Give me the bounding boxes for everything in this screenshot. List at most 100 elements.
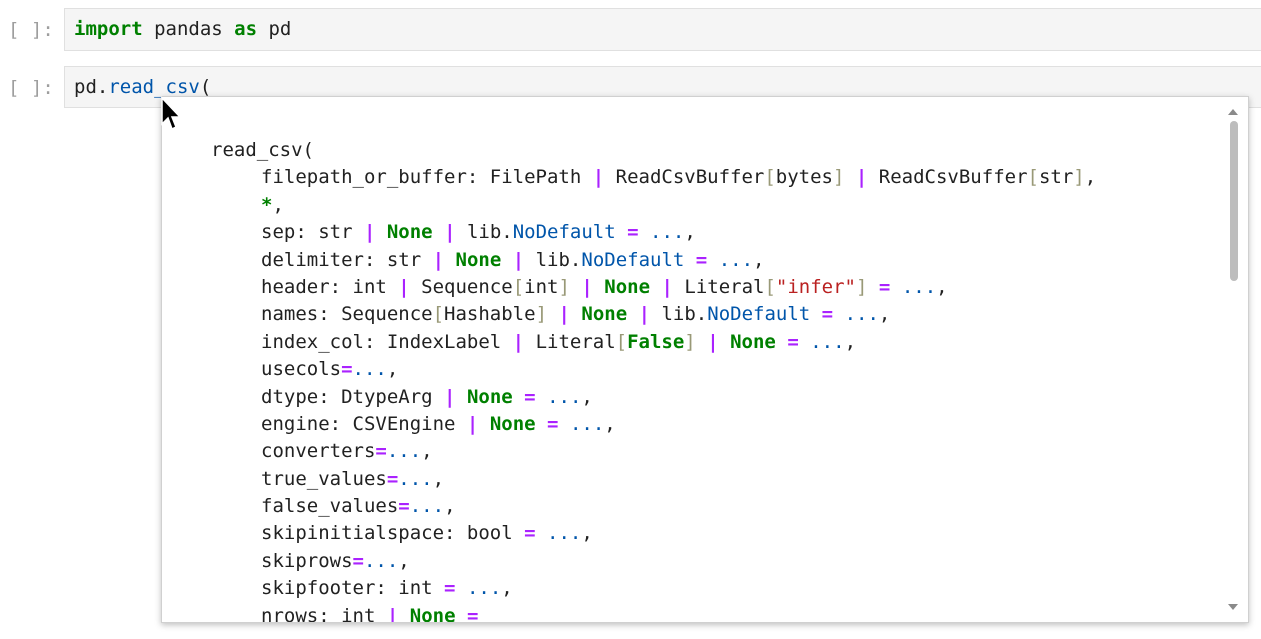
code-token: false_values [261,495,399,518]
signature-line: dtype: DtypeArg | None = ..., [211,384,1096,411]
code-token: , [581,385,593,408]
signature-line: names: Sequence[Hashable] | None | lib.N… [211,301,1096,328]
signature-line: converters=..., [211,438,1096,465]
code-token: , [432,467,445,490]
code-token: ... [352,358,387,381]
code-token: | [558,303,570,326]
code-token: as [234,18,258,40]
code-token: delimiter: str [261,248,433,271]
code-token: = [466,604,479,623]
code-line-2[interactable]: pd.read_csv( [74,76,211,98]
code-token: None [604,275,651,298]
signature-line: skipinitialspace: bool = ..., [211,520,1096,547]
code-token: lib. [524,248,582,271]
code-token: | [855,166,868,189]
code-token: False [627,330,685,353]
code-token: ... [398,467,433,490]
code-token: Literal [524,330,616,353]
code-token: ... [466,577,502,600]
code-token: = [627,221,639,244]
code-token: ... [650,221,685,244]
signature-line: skiprows=..., [211,548,1096,575]
code-token: usecols [261,358,342,381]
code-token: ... [901,275,937,298]
code-token: , [501,577,513,600]
code-token: import [74,18,143,40]
signature-line: *, [211,192,1096,219]
code-token: = [787,330,799,353]
code-token: | [707,330,719,353]
code-token: , [581,522,593,545]
code-token: None [489,412,536,435]
code-token: None [466,385,513,408]
scroll-down-arrow-icon[interactable] [1228,604,1238,610]
code-token: skipfooter: int [261,577,445,600]
code-token: | [512,248,525,271]
signature-line: filepath_or_buffer: FilePath | ReadCsvBu… [211,164,1096,191]
code-token: , [398,549,410,572]
scrollbar-thumb[interactable] [1230,121,1238,281]
code-token: , [684,221,696,244]
code-token: ReadCsvBuffer [867,166,1028,189]
code-token: ... [547,385,582,408]
code-token: ] [684,330,696,353]
code-token: "infer" [775,275,856,298]
signature-line: false_values=..., [211,493,1096,520]
code-token: , [444,495,456,518]
code-token: = [524,522,536,545]
code-token: ] [1073,166,1085,189]
signature-line: header: int | Sequence[int] | None | Lit… [211,274,1096,301]
code-token: | [398,275,410,298]
signature-line: delimiter: str | None | lib.NoDefault = … [211,247,1096,274]
code-token: Hashable [444,303,536,326]
code-token: = [524,385,536,408]
signature-tooltip[interactable]: read_csv(filepath_or_buffer: FilePath | … [161,96,1249,623]
code-token: | [592,166,605,189]
code-token: , [604,412,616,435]
code-token: | [466,412,479,435]
code-token: lib. [455,221,513,244]
scroll-up-arrow-icon[interactable] [1228,109,1238,115]
mouse-pointer-icon [161,96,182,131]
code-token: header: int [261,275,399,298]
code-token: = [341,358,353,381]
code-token: read_csv [108,76,200,98]
code-token: converters [261,440,376,463]
code-token: = [352,549,364,572]
code-token: None [730,330,776,353]
signature-line: skipfooter: int = ..., [211,575,1096,602]
code-token: NoDefault [581,248,685,271]
code-token: ] [856,275,868,298]
code-token: ... [810,330,845,353]
code-token: int [524,275,559,298]
code-token: = [398,495,410,518]
code-token: = [878,275,891,298]
code-token: | [386,604,399,623]
code-cell-1[interactable]: import pandas as pd [64,8,1261,51]
code-token: = [695,248,708,271]
tooltip-scrollbar[interactable] [1226,97,1248,622]
code-line-1[interactable]: import pandas as pd [74,18,291,40]
code-token: = [386,467,399,490]
code-token: NoDefault [512,221,616,244]
